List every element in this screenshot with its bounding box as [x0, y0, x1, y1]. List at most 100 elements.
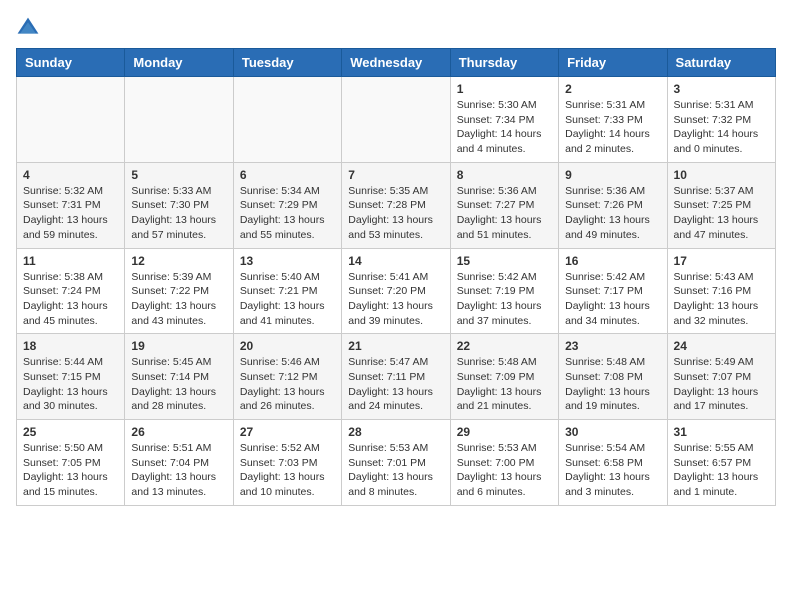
day-info: Sunrise: 5:36 AMSunset: 7:27 PMDaylight:…: [457, 184, 552, 243]
day-info: Sunrise: 5:45 AMSunset: 7:14 PMDaylight:…: [131, 355, 226, 414]
day-number: 2: [565, 82, 660, 96]
day-number: 26: [131, 425, 226, 439]
calendar-cell: [233, 77, 341, 163]
day-info: Sunrise: 5:53 AMSunset: 7:00 PMDaylight:…: [457, 441, 552, 500]
calendar-cell: 16 Sunrise: 5:42 AMSunset: 7:17 PMDayligh…: [559, 248, 667, 334]
day-number: 28: [348, 425, 443, 439]
day-info: Sunrise: 5:31 AMSunset: 7:32 PMDaylight:…: [674, 98, 769, 157]
day-number: 22: [457, 339, 552, 353]
calendar-week-row: 18Sunrise: 5:44 AMSunset: 7:15 PMDayligh…: [17, 334, 776, 420]
day-number: 1: [457, 82, 552, 96]
calendar-cell: 27 Sunrise: 5:52 AMSunset: 7:03 PMDayligh…: [233, 420, 341, 506]
calendar-cell: 17 Sunrise: 5:43 AMSunset: 7:16 PMDayligh…: [667, 248, 775, 334]
calendar-cell: 14Sunrise: 5:41 AMSunset: 7:20 PMDayligh…: [342, 248, 450, 334]
day-info: Sunrise: 5:51 AMSunset: 7:04 PMDaylight:…: [131, 441, 226, 500]
day-number: 17: [674, 254, 769, 268]
day-info: Sunrise: 5:31 AMSunset: 7:33 PMDaylight:…: [565, 98, 660, 157]
day-number: 23: [565, 339, 660, 353]
day-info: Sunrise: 5:42 AMSunset: 7:17 PMDaylight:…: [565, 270, 660, 329]
day-number: 8: [457, 168, 552, 182]
calendar-week-row: 4 Sunrise: 5:32 AMSunset: 7:31 PMDaylight…: [17, 162, 776, 248]
day-info: Sunrise: 5:36 AMSunset: 7:26 PMDaylight:…: [565, 184, 660, 243]
day-info: Sunrise: 5:41 AMSunset: 7:20 PMDaylight:…: [348, 270, 443, 329]
day-info: Sunrise: 5:37 AMSunset: 7:25 PMDaylight:…: [674, 184, 769, 243]
day-number: 11: [23, 254, 118, 268]
calendar-cell: [125, 77, 233, 163]
calendar-cell: [17, 77, 125, 163]
calendar-cell: 23 Sunrise: 5:48 AMSunset: 7:08 PMDayligh…: [559, 334, 667, 420]
calendar-cell: 2 Sunrise: 5:31 AMSunset: 7:33 PMDaylight…: [559, 77, 667, 163]
logo: [16, 16, 44, 40]
calendar-cell: 7 Sunrise: 5:35 AMSunset: 7:28 PMDaylight…: [342, 162, 450, 248]
day-info: Sunrise: 5:47 AMSunset: 7:11 PMDaylight:…: [348, 355, 443, 414]
calendar-week-row: 25Sunrise: 5:50 AMSunset: 7:05 PMDayligh…: [17, 420, 776, 506]
day-number: 21: [348, 339, 443, 353]
day-info: Sunrise: 5:42 AMSunset: 7:19 PMDaylight:…: [457, 270, 552, 329]
day-number: 9: [565, 168, 660, 182]
day-info: Sunrise: 5:46 AMSunset: 7:12 PMDaylight:…: [240, 355, 335, 414]
calendar-cell: 18Sunrise: 5:44 AMSunset: 7:15 PMDayligh…: [17, 334, 125, 420]
day-number: 7: [348, 168, 443, 182]
day-of-week-header: Friday: [559, 49, 667, 77]
day-number: 16: [565, 254, 660, 268]
day-info: Sunrise: 5:49 AMSunset: 7:07 PMDaylight:…: [674, 355, 769, 414]
day-number: 3: [674, 82, 769, 96]
day-info: Sunrise: 5:30 AMSunset: 7:34 PMDaylight:…: [457, 98, 552, 157]
day-info: Sunrise: 5:52 AMSunset: 7:03 PMDaylight:…: [240, 441, 335, 500]
calendar-cell: 28 Sunrise: 5:53 AMSunset: 7:01 PMDayligh…: [342, 420, 450, 506]
day-info: Sunrise: 5:48 AMSunset: 7:09 PMDaylight:…: [457, 355, 552, 414]
day-of-week-header: Tuesday: [233, 49, 341, 77]
day-info: Sunrise: 5:34 AMSunset: 7:29 PMDaylight:…: [240, 184, 335, 243]
calendar-table: SundayMondayTuesdayWednesdayThursdayFrid…: [16, 48, 776, 506]
day-number: 24: [674, 339, 769, 353]
day-info: Sunrise: 5:32 AMSunset: 7:31 PMDaylight:…: [23, 184, 118, 243]
day-number: 4: [23, 168, 118, 182]
calendar-cell: 1 Sunrise: 5:30 AMSunset: 7:34 PMDaylight…: [450, 77, 558, 163]
day-info: Sunrise: 5:50 AMSunset: 7:05 PMDaylight:…: [23, 441, 118, 500]
day-number: 31: [674, 425, 769, 439]
calendar-cell: 3 Sunrise: 5:31 AMSunset: 7:32 PMDaylight…: [667, 77, 775, 163]
day-number: 30: [565, 425, 660, 439]
day-info: Sunrise: 5:39 AMSunset: 7:22 PMDaylight:…: [131, 270, 226, 329]
day-of-week-header: Thursday: [450, 49, 558, 77]
header-row: SundayMondayTuesdayWednesdayThursdayFrid…: [17, 49, 776, 77]
day-info: Sunrise: 5:35 AMSunset: 7:28 PMDaylight:…: [348, 184, 443, 243]
calendar-cell: 4 Sunrise: 5:32 AMSunset: 7:31 PMDaylight…: [17, 162, 125, 248]
calendar-cell: 26 Sunrise: 5:51 AMSunset: 7:04 PMDayligh…: [125, 420, 233, 506]
calendar-cell: 30Sunrise: 5:54 AMSunset: 6:58 PMDayligh…: [559, 420, 667, 506]
calendar-cell: 24 Sunrise: 5:49 AMSunset: 7:07 PMDayligh…: [667, 334, 775, 420]
calendar-cell: [342, 77, 450, 163]
day-info: Sunrise: 5:43 AMSunset: 7:16 PMDaylight:…: [674, 270, 769, 329]
day-info: Sunrise: 5:33 AMSunset: 7:30 PMDaylight:…: [131, 184, 226, 243]
day-number: 10: [674, 168, 769, 182]
calendar-cell: 15 Sunrise: 5:42 AMSunset: 7:19 PMDayligh…: [450, 248, 558, 334]
calendar-week-row: 1 Sunrise: 5:30 AMSunset: 7:34 PMDaylight…: [17, 77, 776, 163]
day-of-week-header: Saturday: [667, 49, 775, 77]
calendar-cell: 20 Sunrise: 5:46 AMSunset: 7:12 PMDayligh…: [233, 334, 341, 420]
page-header: [16, 16, 776, 40]
calendar-cell: 19 Sunrise: 5:45 AMSunset: 7:14 PMDayligh…: [125, 334, 233, 420]
calendar-cell: 10 Sunrise: 5:37 AMSunset: 7:25 PMDayligh…: [667, 162, 775, 248]
calendar-week-row: 11 Sunrise: 5:38 AMSunset: 7:24 PMDayligh…: [17, 248, 776, 334]
day-number: 27: [240, 425, 335, 439]
calendar-cell: 31Sunrise: 5:55 AMSunset: 6:57 PMDayligh…: [667, 420, 775, 506]
day-info: Sunrise: 5:40 AMSunset: 7:21 PMDaylight:…: [240, 270, 335, 329]
day-number: 19: [131, 339, 226, 353]
day-number: 20: [240, 339, 335, 353]
calendar-cell: 25Sunrise: 5:50 AMSunset: 7:05 PMDayligh…: [17, 420, 125, 506]
day-number: 18: [23, 339, 118, 353]
day-of-week-header: Monday: [125, 49, 233, 77]
calendar-cell: 5Sunrise: 5:33 AMSunset: 7:30 PMDaylight…: [125, 162, 233, 248]
calendar-cell: 8 Sunrise: 5:36 AMSunset: 7:27 PMDaylight…: [450, 162, 558, 248]
day-number: 15: [457, 254, 552, 268]
day-number: 12: [131, 254, 226, 268]
day-info: Sunrise: 5:48 AMSunset: 7:08 PMDaylight:…: [565, 355, 660, 414]
logo-icon: [16, 16, 40, 40]
day-info: Sunrise: 5:53 AMSunset: 7:01 PMDaylight:…: [348, 441, 443, 500]
calendar-cell: 12 Sunrise: 5:39 AMSunset: 7:22 PMDayligh…: [125, 248, 233, 334]
calendar-cell: 9 Sunrise: 5:36 AMSunset: 7:26 PMDaylight…: [559, 162, 667, 248]
calendar-cell: 13 Sunrise: 5:40 AMSunset: 7:21 PMDayligh…: [233, 248, 341, 334]
calendar-cell: 11 Sunrise: 5:38 AMSunset: 7:24 PMDayligh…: [17, 248, 125, 334]
day-info: Sunrise: 5:38 AMSunset: 7:24 PMDaylight:…: [23, 270, 118, 329]
day-number: 13: [240, 254, 335, 268]
